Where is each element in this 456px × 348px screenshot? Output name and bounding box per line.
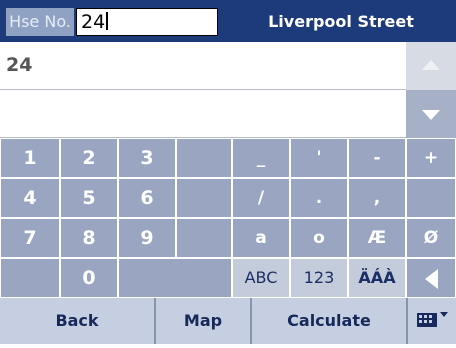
key-3[interactable]: 3 bbox=[118, 138, 176, 178]
key-underscore[interactable]: _ bbox=[232, 138, 290, 178]
mode-123-button[interactable]: 123 bbox=[290, 258, 348, 298]
backspace-button[interactable] bbox=[406, 258, 456, 298]
key-9[interactable]: 9 bbox=[118, 218, 176, 258]
key-7[interactable]: 7 bbox=[0, 218, 60, 258]
key-ae[interactable]: Æ bbox=[348, 218, 406, 258]
key-o[interactable]: o bbox=[290, 218, 348, 258]
result-item-1[interactable]: 24 bbox=[0, 42, 406, 90]
bottom-bar: Back Map Calculate bbox=[0, 298, 456, 344]
house-number-value: 24 bbox=[81, 11, 106, 33]
key-2[interactable]: 2 bbox=[60, 138, 118, 178]
key-4[interactable]: 4 bbox=[0, 178, 60, 218]
street-name: Liverpool Street bbox=[268, 12, 414, 31]
key-8[interactable]: 8 bbox=[60, 218, 118, 258]
key-0[interactable]: 0 bbox=[60, 258, 118, 298]
map-button[interactable]: Map bbox=[156, 298, 252, 344]
keypad: 1 2 3 _ ' - + 4 5 6 / . , 7 8 9 a o Æ Ø … bbox=[0, 138, 456, 298]
mode-accents-button[interactable]: ÄÁÀ bbox=[348, 258, 406, 298]
result-item-2[interactable] bbox=[0, 90, 406, 138]
key-6[interactable]: 6 bbox=[118, 178, 176, 218]
backspace-icon bbox=[424, 268, 438, 289]
key-blank[interactable] bbox=[176, 218, 232, 258]
key-blank[interactable] bbox=[406, 178, 456, 218]
text-caret bbox=[106, 12, 109, 30]
house-number-input[interactable]: 24 bbox=[76, 8, 218, 36]
keyboard-menu-icon bbox=[417, 312, 448, 327]
key-blank[interactable] bbox=[176, 178, 232, 218]
back-button[interactable]: Back bbox=[0, 298, 156, 344]
calculate-button[interactable]: Calculate bbox=[252, 298, 406, 344]
keyboard-menu-button[interactable] bbox=[406, 298, 456, 344]
key-hyphen[interactable]: - bbox=[348, 138, 406, 178]
scroll-up-button[interactable] bbox=[406, 42, 456, 90]
results-list: 24 bbox=[0, 42, 406, 138]
key-o-slash[interactable]: Ø bbox=[406, 218, 456, 258]
key-blank-wide[interactable] bbox=[118, 258, 232, 298]
key-a[interactable]: a bbox=[232, 218, 290, 258]
arrow-up-icon bbox=[422, 60, 440, 70]
key-apostrophe[interactable]: ' bbox=[290, 138, 348, 178]
key-plus[interactable]: + bbox=[406, 138, 456, 178]
key-slash[interactable]: / bbox=[232, 178, 290, 218]
key-1[interactable]: 1 bbox=[0, 138, 60, 178]
arrow-down-icon bbox=[422, 110, 440, 120]
mode-abc-button[interactable]: ABC bbox=[232, 258, 290, 298]
key-comma[interactable]: , bbox=[348, 178, 406, 218]
key-blank[interactable] bbox=[0, 258, 60, 298]
key-period[interactable]: . bbox=[290, 178, 348, 218]
house-number-label: Hse No. bbox=[6, 8, 74, 36]
key-blank[interactable] bbox=[176, 138, 232, 178]
key-5[interactable]: 5 bbox=[60, 178, 118, 218]
scroll-down-button[interactable] bbox=[406, 90, 456, 138]
